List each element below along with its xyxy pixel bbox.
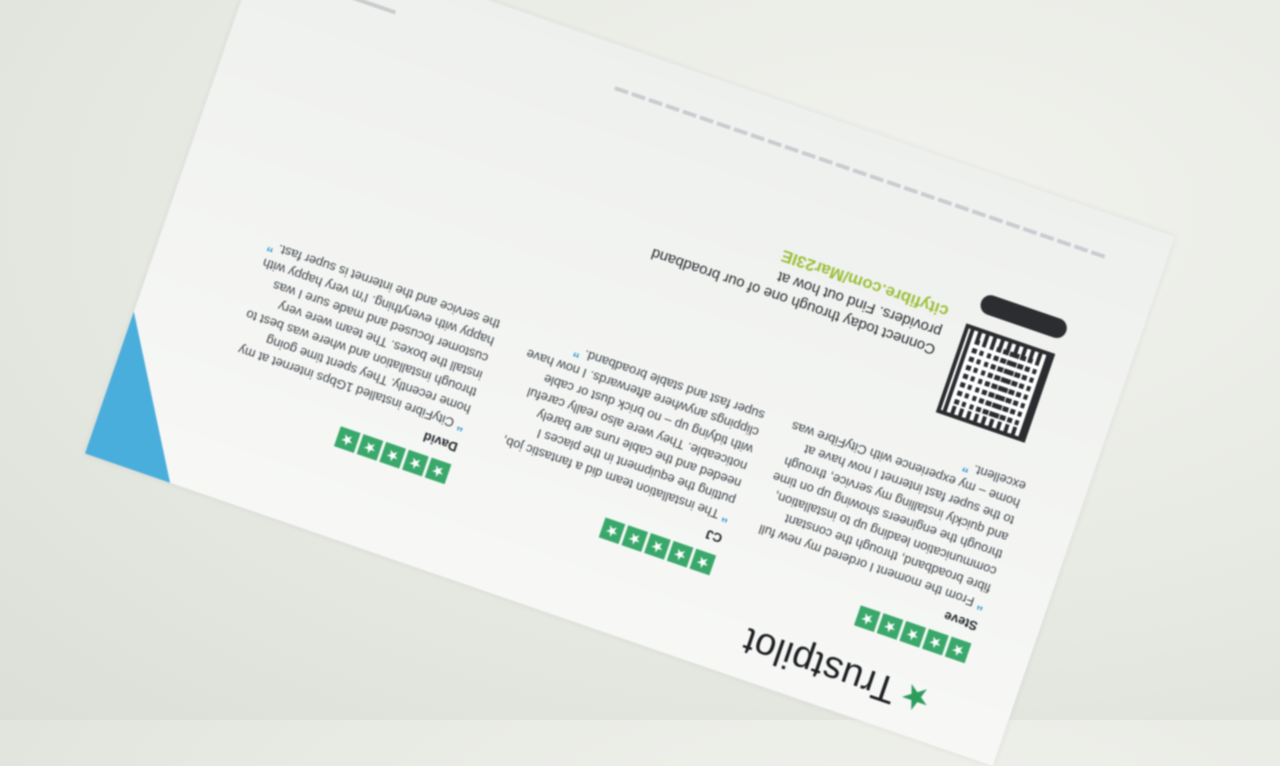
star-icon: ★ — [899, 620, 927, 648]
review-body: CityFibre installed 1Gbps internet at my… — [236, 241, 502, 431]
quote-open-icon: “ — [719, 507, 732, 527]
blue-corner-accent — [84, 311, 219, 483]
call-to-action: Connect today through one of our broadba… — [629, 198, 951, 359]
star-icon: ★ — [894, 674, 937, 721]
quote-close-icon: ” — [571, 342, 584, 362]
quote-open-icon: “ — [454, 416, 468, 436]
star-icon: ★ — [621, 525, 649, 552]
star-icon: ★ — [424, 457, 452, 485]
star-icon: ★ — [644, 533, 671, 560]
review-card: ★ ★ ★ ★ ★ CJ “ The installation team did… — [473, 326, 767, 576]
star-icon: ★ — [853, 605, 881, 633]
qr-code — [935, 323, 1056, 443]
quote-close-icon: ” — [264, 237, 278, 256]
star-icon: ★ — [876, 613, 904, 640]
star-icon: ★ — [598, 517, 626, 545]
star-icon: ★ — [689, 548, 717, 576]
review-body: From the moment I ordered my new full fi… — [756, 418, 1028, 610]
star-icon: ★ — [402, 449, 429, 477]
quote-close-icon: ” — [960, 457, 973, 476]
leaflet: ★ Trustpilot ★ ★ ★ ★ ★ Steve “ From the … — [84, 0, 1176, 766]
star-icon: ★ — [944, 636, 972, 664]
star-icon: ★ — [379, 441, 407, 469]
star-icon: ★ — [333, 426, 361, 453]
fine-print-code — [338, 0, 397, 15]
star-icon: ★ — [356, 434, 384, 461]
star-icon: ★ — [922, 628, 949, 656]
quote-open-icon: “ — [974, 595, 988, 615]
review-card: ★ ★ ★ ★ ★ Steve “ From the moment I orde… — [728, 397, 1028, 664]
photo-scene: ★ Trustpilot ★ ★ ★ ★ ★ Steve “ From the … — [0, 0, 1280, 766]
star-icon: ★ — [666, 540, 694, 568]
review-card: ★ ★ ★ ★ ★ David “ CityFibre installed 1G… — [208, 235, 502, 485]
